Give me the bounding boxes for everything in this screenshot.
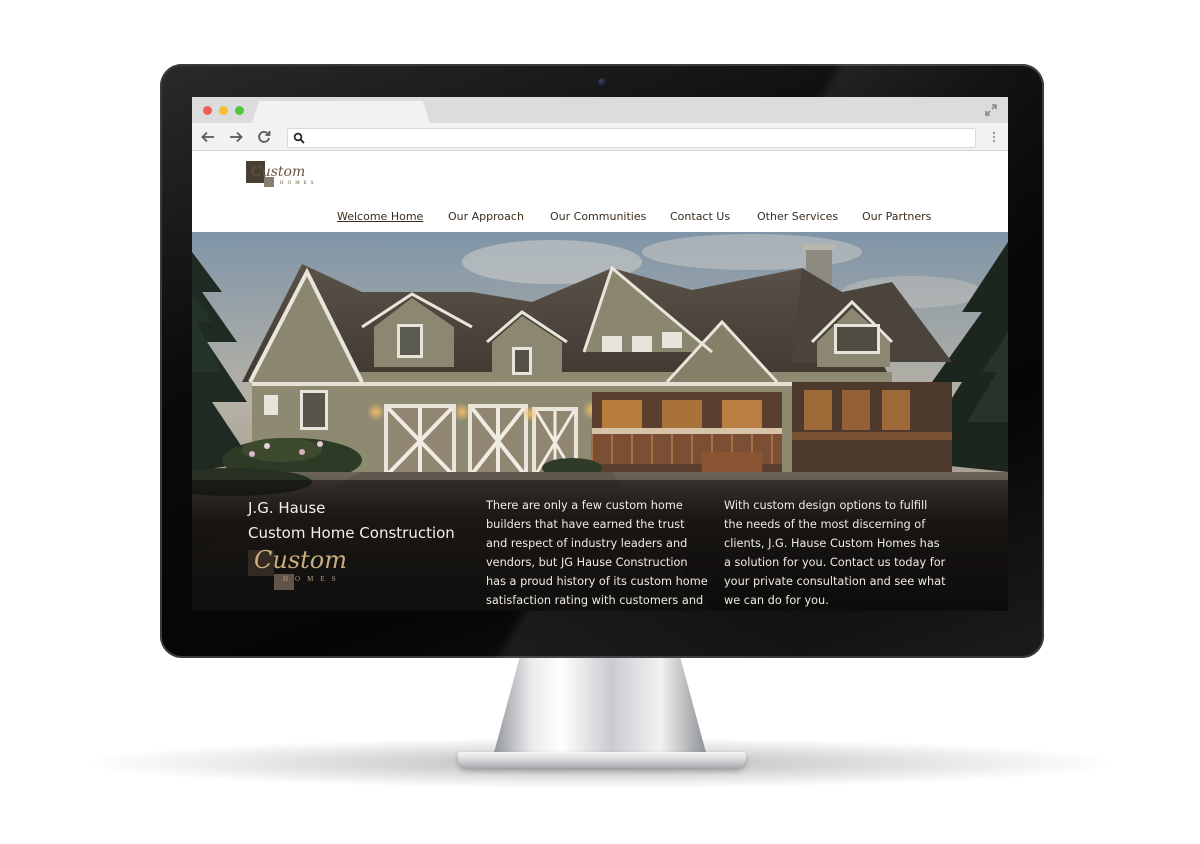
close-window-button[interactable] [203,106,212,115]
expand-icon[interactable] [984,103,998,117]
logo-sub-text: HOMES [280,181,318,186]
hero-title-line1: J.G. Hause [248,499,326,517]
nav-contact-us[interactable]: Contact Us [670,210,730,223]
nav-our-communities[interactable]: Our Communities [550,210,646,223]
browser-tab[interactable] [252,101,430,123]
hero-title: J.G. Hause Custom Home Construction [248,496,455,546]
address-bar[interactable] [287,128,976,148]
back-arrow-icon[interactable] [200,129,216,145]
hero-logo-script-text: Custom [254,546,347,574]
zoom-window-button[interactable] [235,106,244,115]
browser-toolbar [192,123,1008,151]
webcam-icon [598,78,607,87]
nav-welcome-home[interactable]: Welcome Home [337,210,423,223]
reload-icon[interactable] [256,129,272,145]
nav-other-services[interactable]: Other Services [757,210,838,223]
forward-arrow-icon[interactable] [228,129,244,145]
hero-title-line2: Custom Home Construction [248,524,455,542]
hero-logo-sub-text: HOMES [283,575,343,583]
monitor-stand-neck [492,656,708,760]
search-icon [293,132,305,144]
browser-tab-bar [192,97,1008,123]
nav-our-partners[interactable]: Our Partners [862,210,931,223]
main-nav: Welcome Home Our Approach Our Communitie… [192,210,1008,226]
monitor-stand-base [458,752,746,768]
logo-script-text: Custom [251,164,306,180]
nav-our-approach[interactable]: Our Approach [448,210,524,223]
kebab-menu-icon[interactable] [992,131,996,143]
site-logo[interactable]: Custom HOMES [246,161,326,193]
hero-logo: Custom HOMES [248,546,358,594]
monitor-screen: Custom HOMES Welcome Home Our Approach O… [192,97,1008,611]
hero-paragraph-reputation: There are only a few custom home builder… [486,499,708,607]
minimize-window-button[interactable] [219,106,228,115]
hero-paragraph-custom-design: With custom design options to fulfill th… [724,499,946,607]
hero-section: J.G. Hause Custom Home Construction Cust… [192,232,1008,611]
site-header: Custom HOMES Welcome Home Our Approach O… [192,151,1008,232]
